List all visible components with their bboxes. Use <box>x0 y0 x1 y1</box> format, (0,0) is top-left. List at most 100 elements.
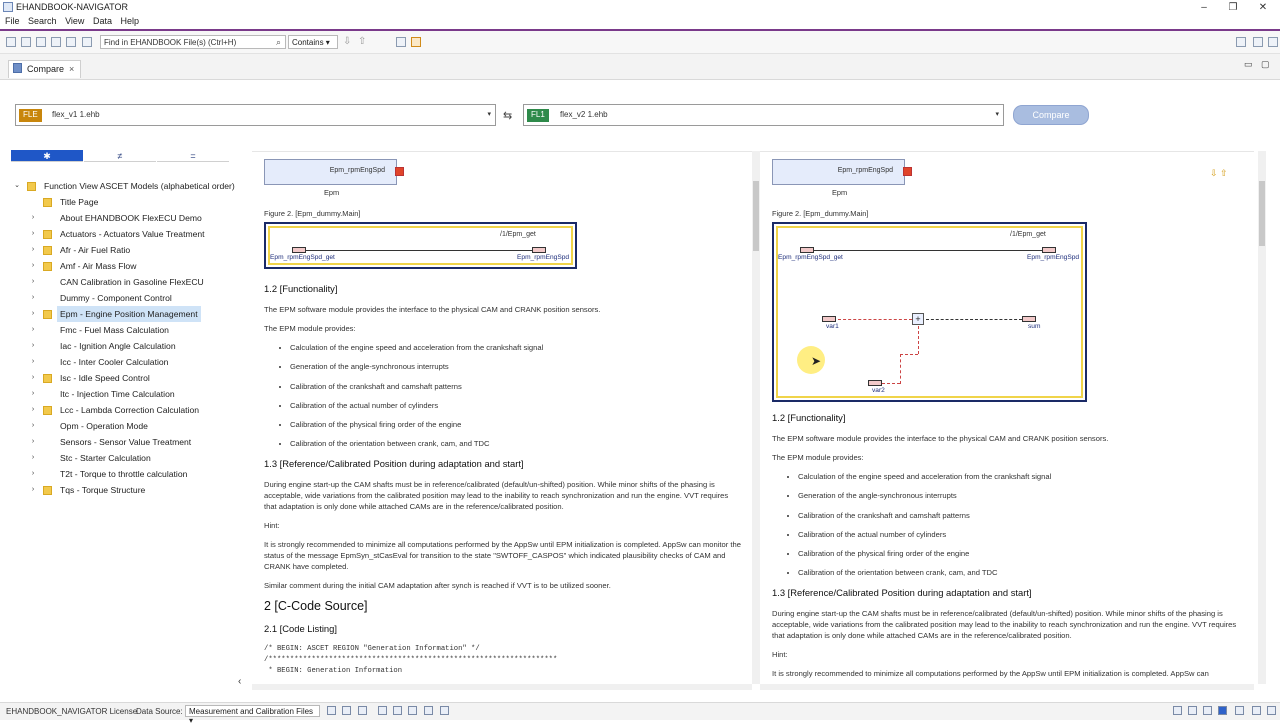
previous-result-icon[interactable]: ⇧ <box>358 36 366 47</box>
tree-item[interactable]: › Stc - Starter Calculation <box>11 450 236 466</box>
tree-item[interactable]: › Isc - Idle Speed Control <box>11 370 236 386</box>
step-back-icon[interactable] <box>393 706 402 715</box>
page-icon <box>43 198 52 207</box>
tree-item[interactable]: › About EHANDBOOK FlexECU Demo <box>11 210 236 226</box>
chevron-right-icon[interactable]: › <box>29 354 37 370</box>
close-window-button[interactable]: ✕ <box>1250 0 1276 15</box>
tree-item[interactable]: › Iac - Ignition Angle Calculation <box>11 338 236 354</box>
chevron-right-icon[interactable]: › <box>29 210 37 226</box>
menu-view[interactable]: View <box>60 15 84 26</box>
layout-icon[interactable] <box>1236 37 1246 47</box>
tree-item[interactable]: Title Page <box>11 194 236 210</box>
tree-item[interactable]: › Afr - Air Fuel Ratio <box>11 242 236 258</box>
connect-icon[interactable] <box>342 706 351 715</box>
chevron-right-icon[interactable]: › <box>29 386 37 402</box>
export-icon[interactable] <box>82 37 92 47</box>
left-file-select[interactable]: FLE flex_v1 1.ehb ▾ <box>15 104 496 126</box>
chevron-right-icon[interactable]: › <box>29 434 37 450</box>
print-preview-icon[interactable] <box>66 37 76 47</box>
maximize-view-icon[interactable]: ▢ <box>1261 59 1270 70</box>
chevron-right-icon[interactable]: › <box>29 274 37 290</box>
find-input[interactable]: Find in EHANDBOOK File(s) (Ctrl+H) <box>100 35 286 49</box>
tree-item[interactable]: › Lcc - Lambda Correction Calculation <box>11 402 236 418</box>
tab-all-changes[interactable]: ✱ <box>11 150 83 162</box>
tree-item[interactable]: › Fmc - Fuel Mass Calculation <box>11 322 236 338</box>
tree-item[interactable]: › Itc - Injection Time Calculation <box>11 386 236 402</box>
print-icon[interactable] <box>51 37 61 47</box>
gear-icon[interactable] <box>327 706 336 715</box>
stop-icon[interactable] <box>440 706 449 715</box>
next-result-icon[interactable]: ⇩ <box>343 36 351 47</box>
tab-equal[interactable]: = <box>157 150 229 162</box>
tree-item[interactable]: › CAN Calibration in Gasoline FlexECU <box>11 274 236 290</box>
tree-item[interactable]: › Tqs - Torque Structure <box>11 482 236 498</box>
tree-item[interactable]: › Amf - Air Mass Flow <box>11 258 236 274</box>
save-icon[interactable] <box>21 37 31 47</box>
data-source-select[interactable]: Measurement and Calibration Files ▾ <box>185 705 320 725</box>
tree-item[interactable]: › T2t - Torque to throttle calculation <box>11 466 236 482</box>
panel-icon[interactable] <box>1268 37 1278 47</box>
menu-search[interactable]: Search <box>23 15 57 26</box>
menu-file[interactable]: File <box>0 15 20 26</box>
chevron-right-icon[interactable]: › <box>29 370 37 386</box>
document-icon[interactable] <box>36 37 46 47</box>
swap-files-icon[interactable]: ⇆ <box>503 109 512 122</box>
chevron-right-icon[interactable]: › <box>29 290 37 306</box>
chevron-right-icon[interactable]: › <box>29 258 37 274</box>
chevron-right-icon[interactable]: › <box>29 338 37 354</box>
refresh-icon[interactable] <box>358 706 367 715</box>
left-horizontal-scrollbar[interactable] <box>252 684 752 690</box>
settings-icon[interactable] <box>411 37 421 47</box>
minimize-button[interactable]: – <box>1191 0 1217 15</box>
chevron-right-icon[interactable]: › <box>29 402 37 418</box>
tree-item[interactable]: ⌄ Function View ASCET Models (alphabetica… <box>11 178 236 194</box>
contains-select[interactable]: Contains ▾ <box>288 35 338 49</box>
tab-different[interactable]: ≠ <box>84 150 156 162</box>
right-file-select[interactable]: FL1 flex_v2 1.ehb ▾ <box>523 104 1004 126</box>
chevron-right-icon[interactable]: › <box>29 226 37 242</box>
scrollbar-thumb[interactable] <box>753 181 759 251</box>
chevron-right-icon[interactable]: › <box>29 450 37 466</box>
chevron-right-icon[interactable]: › <box>29 466 37 482</box>
chevron-right-icon[interactable]: › <box>29 306 37 322</box>
tree-item[interactable]: › Dummy - Component Control <box>11 290 236 306</box>
tree-item[interactable]: › Sensors - Sensor Value Treatment <box>11 434 236 450</box>
view-compare-icon[interactable] <box>1203 706 1212 715</box>
chevron-down-icon[interactable]: ⌄ <box>13 178 21 194</box>
chevron-right-icon[interactable]: › <box>29 242 37 258</box>
search-icon[interactable]: ⌕ <box>276 37 281 48</box>
chevron-right-icon[interactable]: › <box>29 322 37 338</box>
filter-icon[interactable] <box>396 37 406 47</box>
scrollbar-thumb[interactable] <box>1259 181 1265 246</box>
right-vertical-scrollbar[interactable] <box>1258 151 1266 684</box>
tree-item[interactable]: › Opm - Operation Mode <box>11 418 236 434</box>
minimize-view-icon[interactable]: ▭ <box>1244 59 1253 70</box>
tree-item-label: Title Page <box>60 197 99 207</box>
close-tab-icon[interactable]: × <box>69 64 74 74</box>
play-icon[interactable] <box>424 706 433 715</box>
tree-item[interactable]: › Icc - Inter Cooler Calculation <box>11 354 236 370</box>
tree-item[interactable]: › Epm - Engine Position Management <box>11 306 236 322</box>
tree-item[interactable]: › Actuators - Actuators Value Treatment <box>11 226 236 242</box>
zoom-in-icon[interactable] <box>1252 706 1261 715</box>
open-folder-icon[interactable] <box>6 37 16 47</box>
fullscreen-icon[interactable] <box>1267 706 1276 715</box>
step-icon[interactable] <box>408 706 417 715</box>
maximize-button[interactable]: ❐ <box>1220 0 1246 15</box>
right-horizontal-scrollbar[interactable] <box>760 684 1254 690</box>
left-vertical-scrollbar[interactable] <box>752 151 760 684</box>
diff-navigation-icons[interactable]: ⇩ ⇧ <box>1210 168 1228 179</box>
tree-item-label: Tqs - Torque Structure <box>60 485 146 495</box>
chevron-right-icon[interactable]: › <box>29 482 37 498</box>
chevron-right-icon[interactable]: › <box>29 418 37 434</box>
record-icon[interactable] <box>378 706 387 715</box>
collapse-panel-icon[interactable]: ‹ <box>238 676 241 687</box>
compare-button[interactable]: Compare <box>1013 105 1089 125</box>
menu-help[interactable]: Help <box>115 15 139 26</box>
menu-data[interactable]: Data <box>88 15 112 26</box>
view-active-icon[interactable] <box>1218 706 1227 715</box>
zoom-out-icon[interactable] <box>1235 706 1244 715</box>
view-single-icon[interactable] <box>1173 706 1182 715</box>
view-split-icon[interactable] <box>1188 706 1197 715</box>
sync-icon[interactable] <box>1253 37 1263 47</box>
